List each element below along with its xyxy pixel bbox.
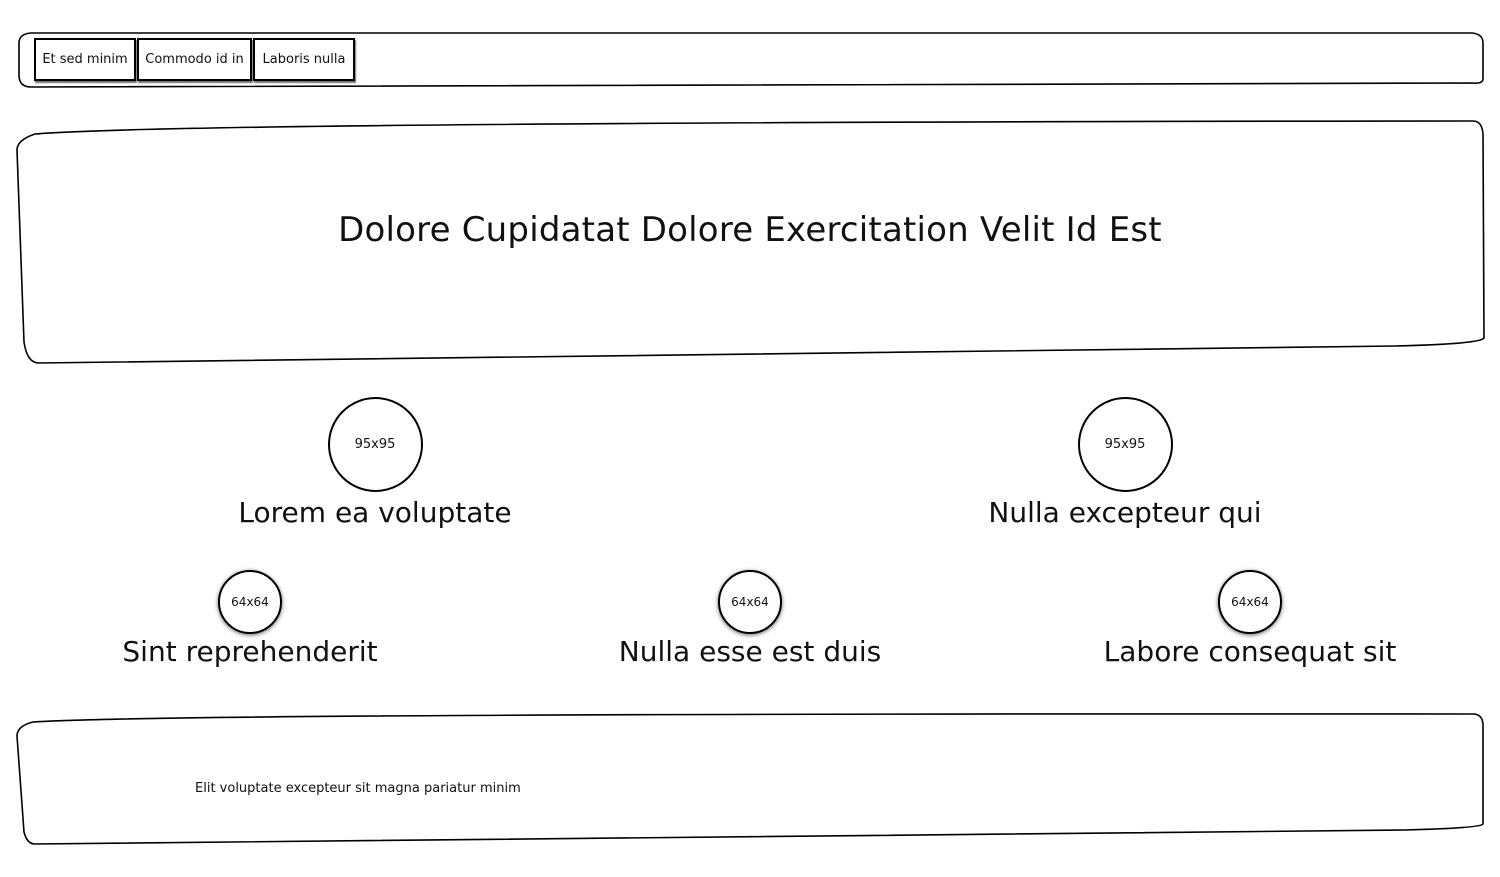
image-placeholder: 64x64 <box>718 570 782 634</box>
page: Et sed minim Commodo id in Laboris nulla… <box>0 0 1500 877</box>
hero-section: Dolore Cupidatat Dolore Exercitation Vel… <box>15 120 1485 366</box>
image-placeholder: 95x95 <box>327 397 423 492</box>
feature-item: 95x95 Nulla excepteur qui <box>975 397 1275 529</box>
image-placeholder: 64x64 <box>218 570 282 634</box>
top-navbar: Et sed minim Commodo id in Laboris nulla <box>17 31 1484 88</box>
feature-label: Sint reprehenderit <box>122 635 378 668</box>
footer-text: Elit voluptate excepteur sit magna paria… <box>195 781 521 796</box>
nav-tab-laboris-nulla[interactable]: Laboris nulla <box>253 38 355 81</box>
feature-item: 95x95 Lorem ea voluptate <box>225 397 525 529</box>
feature-label: Lorem ea voluptate <box>238 496 512 529</box>
footer-outline <box>16 713 1484 845</box>
nav-tabs: Et sed minim Commodo id in Laboris nulla <box>34 38 355 81</box>
feature-item: 64x64 Nulla esse est duis <box>600 570 900 668</box>
nav-tab-et-sed-minim[interactable]: Et sed minim <box>34 38 136 81</box>
feature-item: 64x64 Labore consequat sit <box>1100 570 1400 668</box>
feature-item: 64x64 Sint reprehenderit <box>100 570 400 668</box>
footer-section: Elit voluptate excepteur sit magna paria… <box>15 712 1485 846</box>
nav-tab-commodo-id-in[interactable]: Commodo id in <box>137 38 252 81</box>
feature-label: Labore consequat sit <box>1103 635 1397 668</box>
hero-title: Dolore Cupidatat Dolore Exercitation Vel… <box>338 210 1162 250</box>
feature-label: Nulla excepteur qui <box>988 496 1262 529</box>
feature-label: Nulla esse est duis <box>618 635 882 668</box>
image-placeholder: 64x64 <box>1218 570 1282 634</box>
image-placeholder: 95x95 <box>1077 397 1173 492</box>
